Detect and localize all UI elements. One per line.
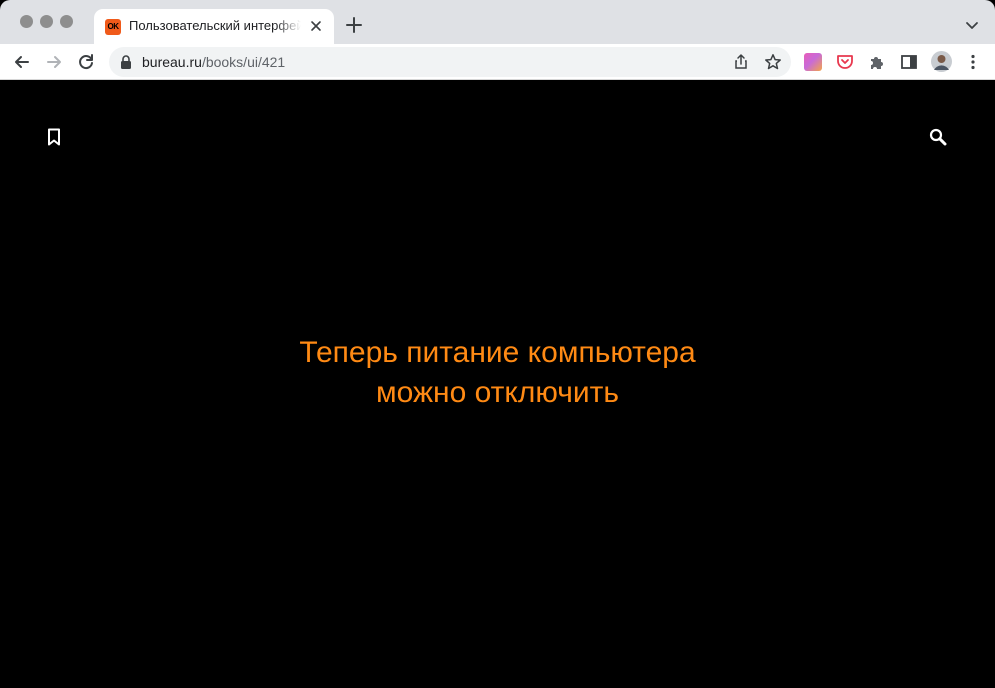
share-icon[interactable] bbox=[732, 53, 750, 71]
avatar[interactable] bbox=[931, 51, 952, 72]
window-zoom-button[interactable] bbox=[60, 15, 73, 28]
close-icon[interactable] bbox=[308, 18, 324, 34]
browser-window: OK Пользовательский интерфейс bureau.ru/… bbox=[0, 0, 995, 688]
side-panel-icon[interactable] bbox=[900, 53, 918, 71]
shutdown-message: Теперь питание компьютера можно отключит… bbox=[0, 333, 995, 413]
browser-tab[interactable]: OK Пользовательский интерфейс bbox=[94, 9, 334, 44]
message-line-1: Теперь питание компьютера bbox=[299, 336, 696, 369]
bookmark-icon[interactable] bbox=[46, 128, 62, 146]
gradient-extension-icon[interactable] bbox=[804, 53, 822, 71]
search-icon[interactable] bbox=[929, 128, 947, 146]
tab-title: Пользовательский интерфейс bbox=[129, 18, 301, 33]
plus-icon[interactable] bbox=[345, 16, 363, 34]
address-bar[interactable]: bureau.ru/books/ui/421 bbox=[109, 47, 791, 77]
reload-icon[interactable] bbox=[76, 52, 96, 72]
message-line-2: можно отключить bbox=[376, 376, 619, 409]
browser-toolbar: bureau.ru/books/ui/421 bbox=[0, 44, 995, 80]
window-close-button[interactable] bbox=[20, 15, 33, 28]
lock-icon[interactable] bbox=[120, 55, 132, 69]
star-icon[interactable] bbox=[764, 53, 782, 71]
pocket-icon[interactable] bbox=[836, 53, 854, 71]
chevron-down-icon[interactable] bbox=[964, 17, 980, 33]
arrow-right-icon[interactable] bbox=[44, 52, 64, 72]
tab-favicon: OK bbox=[105, 19, 121, 35]
arrow-left-icon[interactable] bbox=[12, 52, 32, 72]
window-minimize-button[interactable] bbox=[40, 15, 53, 28]
url-host: bureau.ru bbox=[142, 54, 202, 70]
kebab-menu-icon[interactable] bbox=[964, 53, 982, 71]
page-content: Теперь питание компьютера можно отключит… bbox=[0, 80, 995, 688]
url-path: /books/ui/421 bbox=[201, 54, 286, 70]
puzzle-icon[interactable] bbox=[868, 53, 886, 71]
address-url: bureau.ru/books/ui/421 bbox=[142, 47, 285, 77]
tab-strip: OK Пользовательский интерфейс bbox=[0, 0, 995, 44]
